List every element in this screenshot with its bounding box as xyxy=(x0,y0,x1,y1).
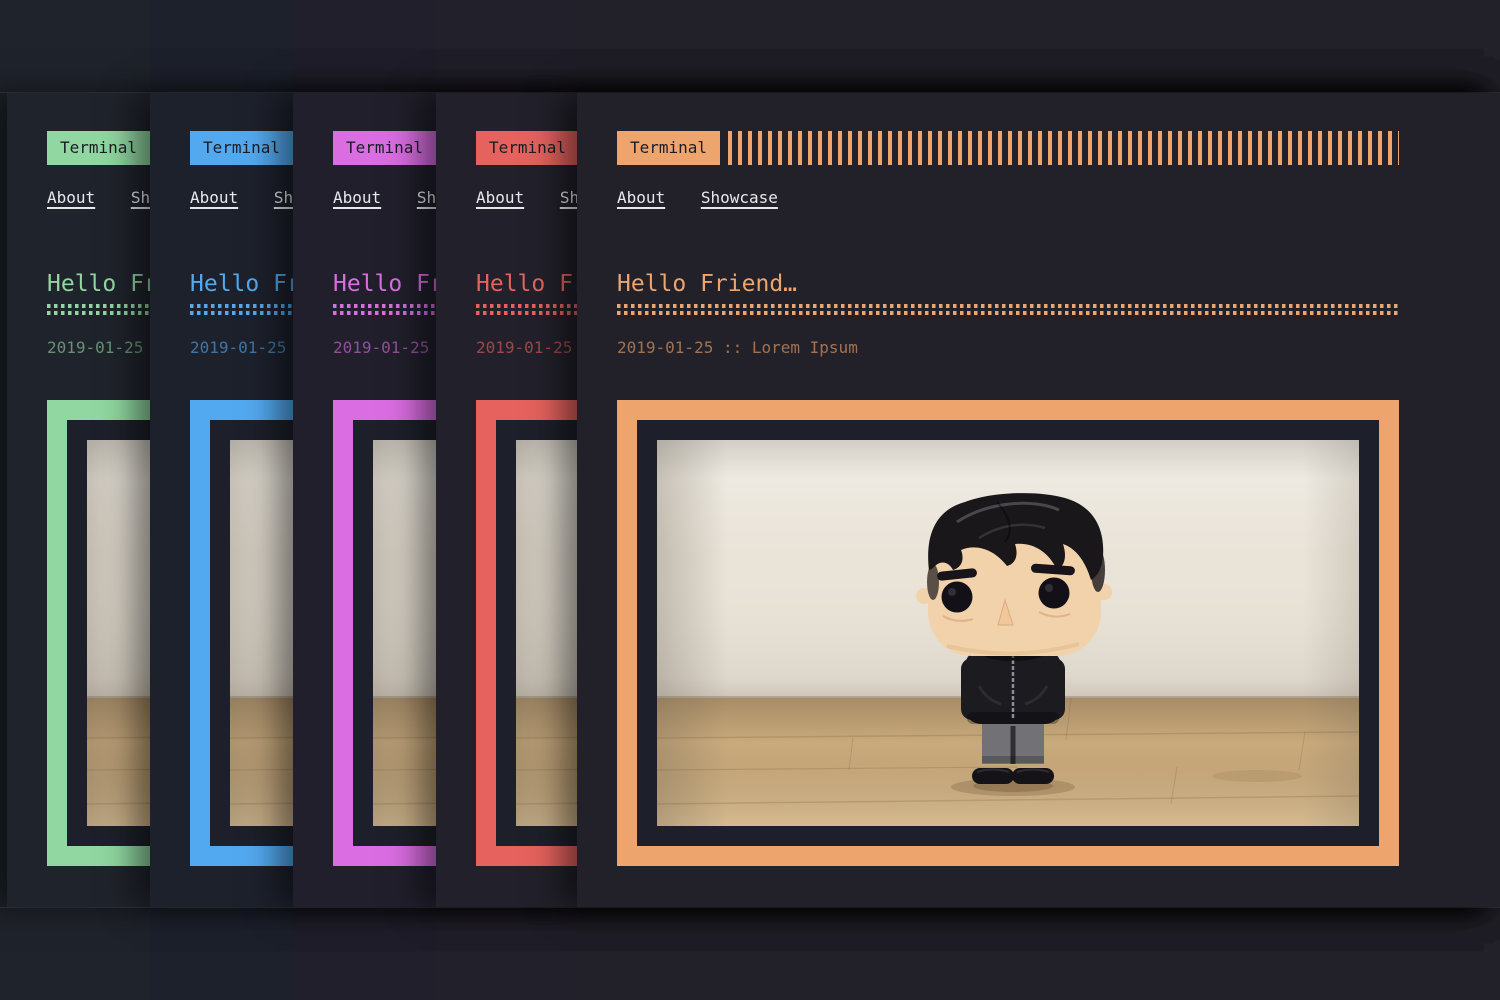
panels-stage: Terminal About Showcase Hello Friend… 20… xyxy=(0,93,1500,907)
post-cover-frame xyxy=(617,400,1399,866)
band-separator-top xyxy=(0,92,1500,93)
site-logo-badge[interactable]: Terminal xyxy=(333,131,436,165)
main-nav: About Showcase xyxy=(617,189,1399,207)
funko-figure-illustration xyxy=(657,440,1359,826)
site-header: Terminal xyxy=(617,131,1399,165)
nav-link-about[interactable]: About xyxy=(476,188,524,207)
logo-stripes-decoration xyxy=(728,131,1399,165)
nav-link-about[interactable]: About xyxy=(47,188,95,207)
funko-figure-photo xyxy=(657,440,1359,826)
theme-panel-orange: Terminal About Showcase Hello Friend… 20… xyxy=(577,93,1500,907)
site-logo-badge[interactable]: Terminal xyxy=(190,131,293,165)
panel-content: Terminal About Showcase Hello Friend… 20… xyxy=(617,131,1399,866)
terminal-theme-demo-page: { "site": { "badge": "Terminal", "nav": … xyxy=(0,0,1500,1000)
nav-link-about[interactable]: About xyxy=(617,188,665,207)
band-separator-bottom xyxy=(0,907,1500,908)
site-logo-badge[interactable]: Terminal xyxy=(476,131,579,165)
nav-link-showcase[interactable]: Showcase xyxy=(701,188,778,207)
nav-link-about[interactable]: About xyxy=(333,188,381,207)
site-logo-badge[interactable]: Terminal xyxy=(617,131,720,165)
post-meta: 2019-01-25 :: Lorem Ipsum xyxy=(617,339,1399,356)
post-title: Hello Friend… xyxy=(617,272,1399,296)
nav-link-about[interactable]: About xyxy=(190,188,238,207)
site-logo-badge[interactable]: Terminal xyxy=(47,131,150,165)
dotted-divider xyxy=(617,304,1399,315)
